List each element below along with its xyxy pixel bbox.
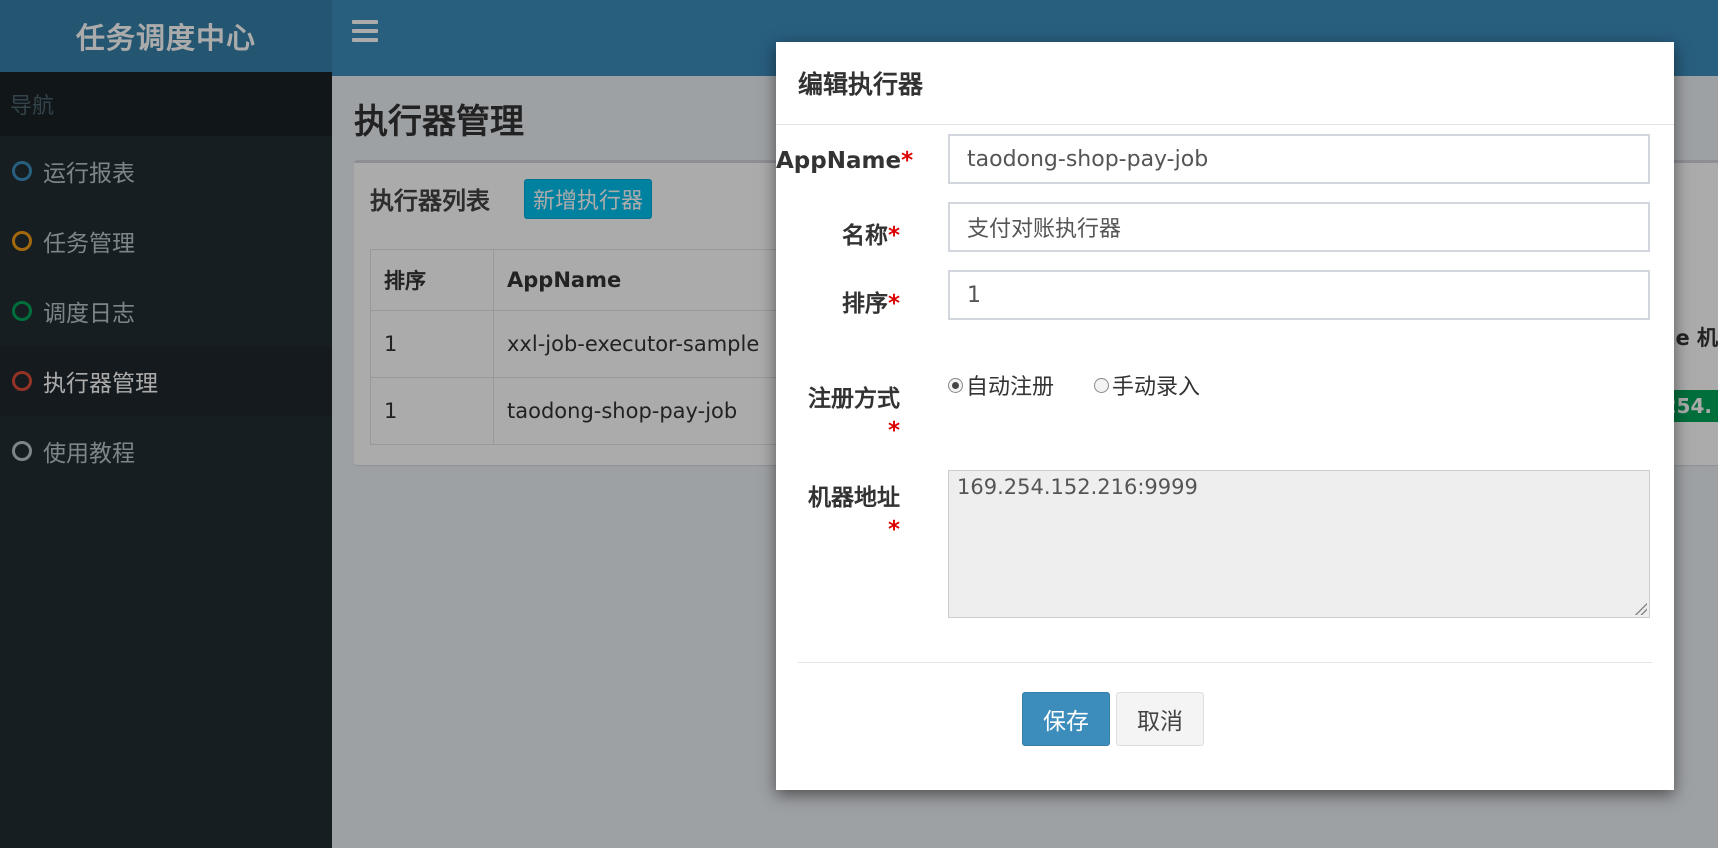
address-value: 169.254.152.216:9999 — [957, 475, 1198, 499]
order-label: 排序* — [841, 291, 900, 317]
cancel-button[interactable]: 取消 — [1116, 692, 1204, 746]
save-button[interactable]: 保存 — [1022, 692, 1110, 746]
appname-label: AppName* — [776, 148, 914, 174]
modal-title: 编辑执行器 — [798, 70, 924, 99]
address-textarea[interactable]: 169.254.152.216:9999 — [948, 470, 1650, 618]
order-input[interactable]: 1 — [948, 270, 1650, 320]
name-input[interactable]: 支付对账执行器 — [948, 202, 1650, 252]
radio-manual-entry-label[interactable]: 手动录入 — [1112, 369, 1200, 401]
radio-auto-register-label[interactable]: 自动注册 — [966, 369, 1054, 401]
name-label: 名称* — [841, 223, 900, 249]
register-type-label: 注册方式 * — [808, 386, 900, 444]
radio-manual-entry[interactable] — [1094, 377, 1110, 393]
appname-input[interactable]: taodong-shop-pay-job — [948, 134, 1650, 184]
modal-footer-divider — [798, 662, 1652, 663]
resize-handle-icon[interactable] — [1635, 603, 1647, 615]
register-type-radios: 自动注册 手动录入 — [948, 369, 1200, 401]
edit-executor-modal: 编辑执行器 AppName* taodong-shop-pay-job 名称* … — [776, 42, 1674, 790]
modal-header: 编辑执行器 — [776, 42, 1674, 125]
radio-auto-register[interactable] — [948, 377, 963, 393]
address-label: 机器地址 * — [808, 485, 900, 543]
